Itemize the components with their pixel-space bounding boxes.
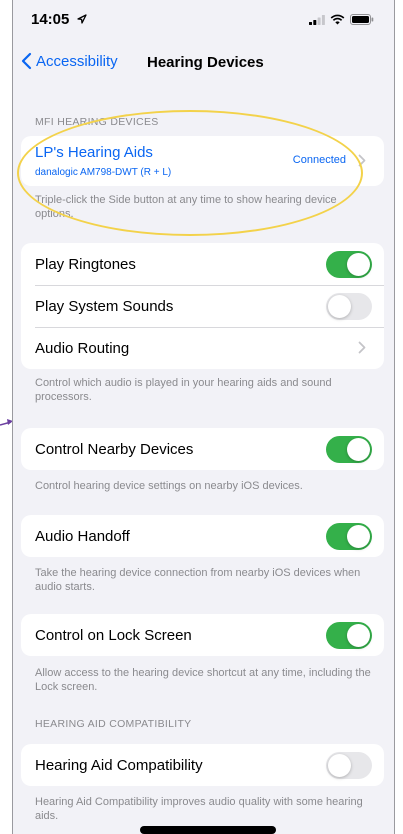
device-status: Connected xyxy=(292,154,346,166)
toggle-knob xyxy=(347,624,370,647)
handoff-section-footer: Take the hearing device connection from … xyxy=(35,567,361,593)
status-bar: 14:05 xyxy=(13,0,394,44)
mfi-devices-group: LP's Hearing Aids danalogic AM798-DWT (R… xyxy=(21,136,384,186)
mfi-section-header: MFI HEARING DEVICES xyxy=(35,116,159,128)
mfi-section-footer: Triple-click the Side button at any time… xyxy=(35,194,337,220)
audio-handoff-group: Audio Handoff xyxy=(21,515,384,557)
hearing-device-row[interactable]: LP's Hearing Aids danalogic AM798-DWT (R… xyxy=(21,136,384,186)
play-system-sounds-row: Play System Sounds xyxy=(21,285,384,327)
hearing-aid-compatibility-label: Hearing Aid Compatibility xyxy=(35,756,203,774)
toggle-knob xyxy=(328,754,351,777)
lock-section-footer: Allow access to the hearing device short… xyxy=(35,667,371,693)
location-arrow-icon xyxy=(76,14,87,24)
nearby-devices-group: Control Nearby Devices xyxy=(21,428,384,470)
audio-handoff-label: Audio Handoff xyxy=(35,527,130,545)
chevron-left-icon xyxy=(21,52,32,70)
home-indicator xyxy=(140,826,276,834)
battery-icon xyxy=(350,14,374,25)
play-system-sounds-toggle[interactable] xyxy=(326,293,372,320)
control-nearby-devices-row: Control Nearby Devices xyxy=(21,428,384,470)
page-title: Hearing Devices xyxy=(147,54,264,71)
back-button-label: Accessibility xyxy=(36,52,118,70)
control-nearby-devices-toggle[interactable] xyxy=(326,436,372,463)
play-ringtones-toggle[interactable] xyxy=(326,251,372,278)
status-icons xyxy=(309,14,374,25)
play-ringtones-label: Play Ringtones xyxy=(35,255,136,273)
nearby-section-footer: Control hearing device settings on nearb… xyxy=(35,480,303,492)
hac-group: Hearing Aid Compatibility xyxy=(21,744,384,786)
hearing-aid-compatibility-toggle[interactable] xyxy=(326,752,372,779)
hearing-aid-compatibility-row: Hearing Aid Compatibility xyxy=(21,744,384,786)
chevron-right-icon xyxy=(358,154,366,167)
control-lock-screen-label: Control on Lock Screen xyxy=(35,626,192,644)
hac-section-header: HEARING AID COMPATIBILITY xyxy=(35,718,192,730)
status-time: 14:05 xyxy=(31,11,87,28)
phone-screen: 14:05 Accessibility Hearing Devices MFI … xyxy=(12,0,395,834)
audio-handoff-toggle[interactable] xyxy=(326,523,372,550)
control-nearby-devices-label: Control Nearby Devices xyxy=(35,440,194,458)
status-time-text: 14:05 xyxy=(31,11,70,28)
audio-routing-label: Audio Routing xyxy=(35,339,130,357)
toggle-knob xyxy=(328,295,351,318)
back-button[interactable]: Accessibility xyxy=(21,52,118,70)
toggle-knob xyxy=(347,438,370,461)
audio-routing-row[interactable]: Audio Routing xyxy=(21,327,384,369)
control-lock-screen-toggle[interactable] xyxy=(326,622,372,649)
audio-section-footer: Control which audio is played in your he… xyxy=(35,377,332,403)
navigation-bar: Accessibility Hearing Devices xyxy=(13,44,394,84)
hac-section-footer: Hearing Aid Compatibility improves audio… xyxy=(35,796,363,822)
play-ringtones-row: Play Ringtones xyxy=(21,243,384,285)
wifi-icon xyxy=(330,14,345,25)
play-system-sounds-label: Play System Sounds xyxy=(35,297,174,315)
audio-settings-group: Play Ringtones Play System Sounds Audio … xyxy=(21,243,384,369)
lock-screen-group: Control on Lock Screen xyxy=(21,614,384,656)
toggle-knob xyxy=(347,525,370,548)
toggle-knob xyxy=(347,253,370,276)
audio-handoff-row: Audio Handoff xyxy=(21,515,384,557)
device-name: LP's Hearing Aids xyxy=(35,144,153,161)
signal-bars-icon xyxy=(309,15,325,25)
chevron-right-icon xyxy=(358,341,366,354)
control-lock-screen-row: Control on Lock Screen xyxy=(21,614,384,656)
device-model: danalogic AM798-DWT (R + L) xyxy=(35,167,172,178)
